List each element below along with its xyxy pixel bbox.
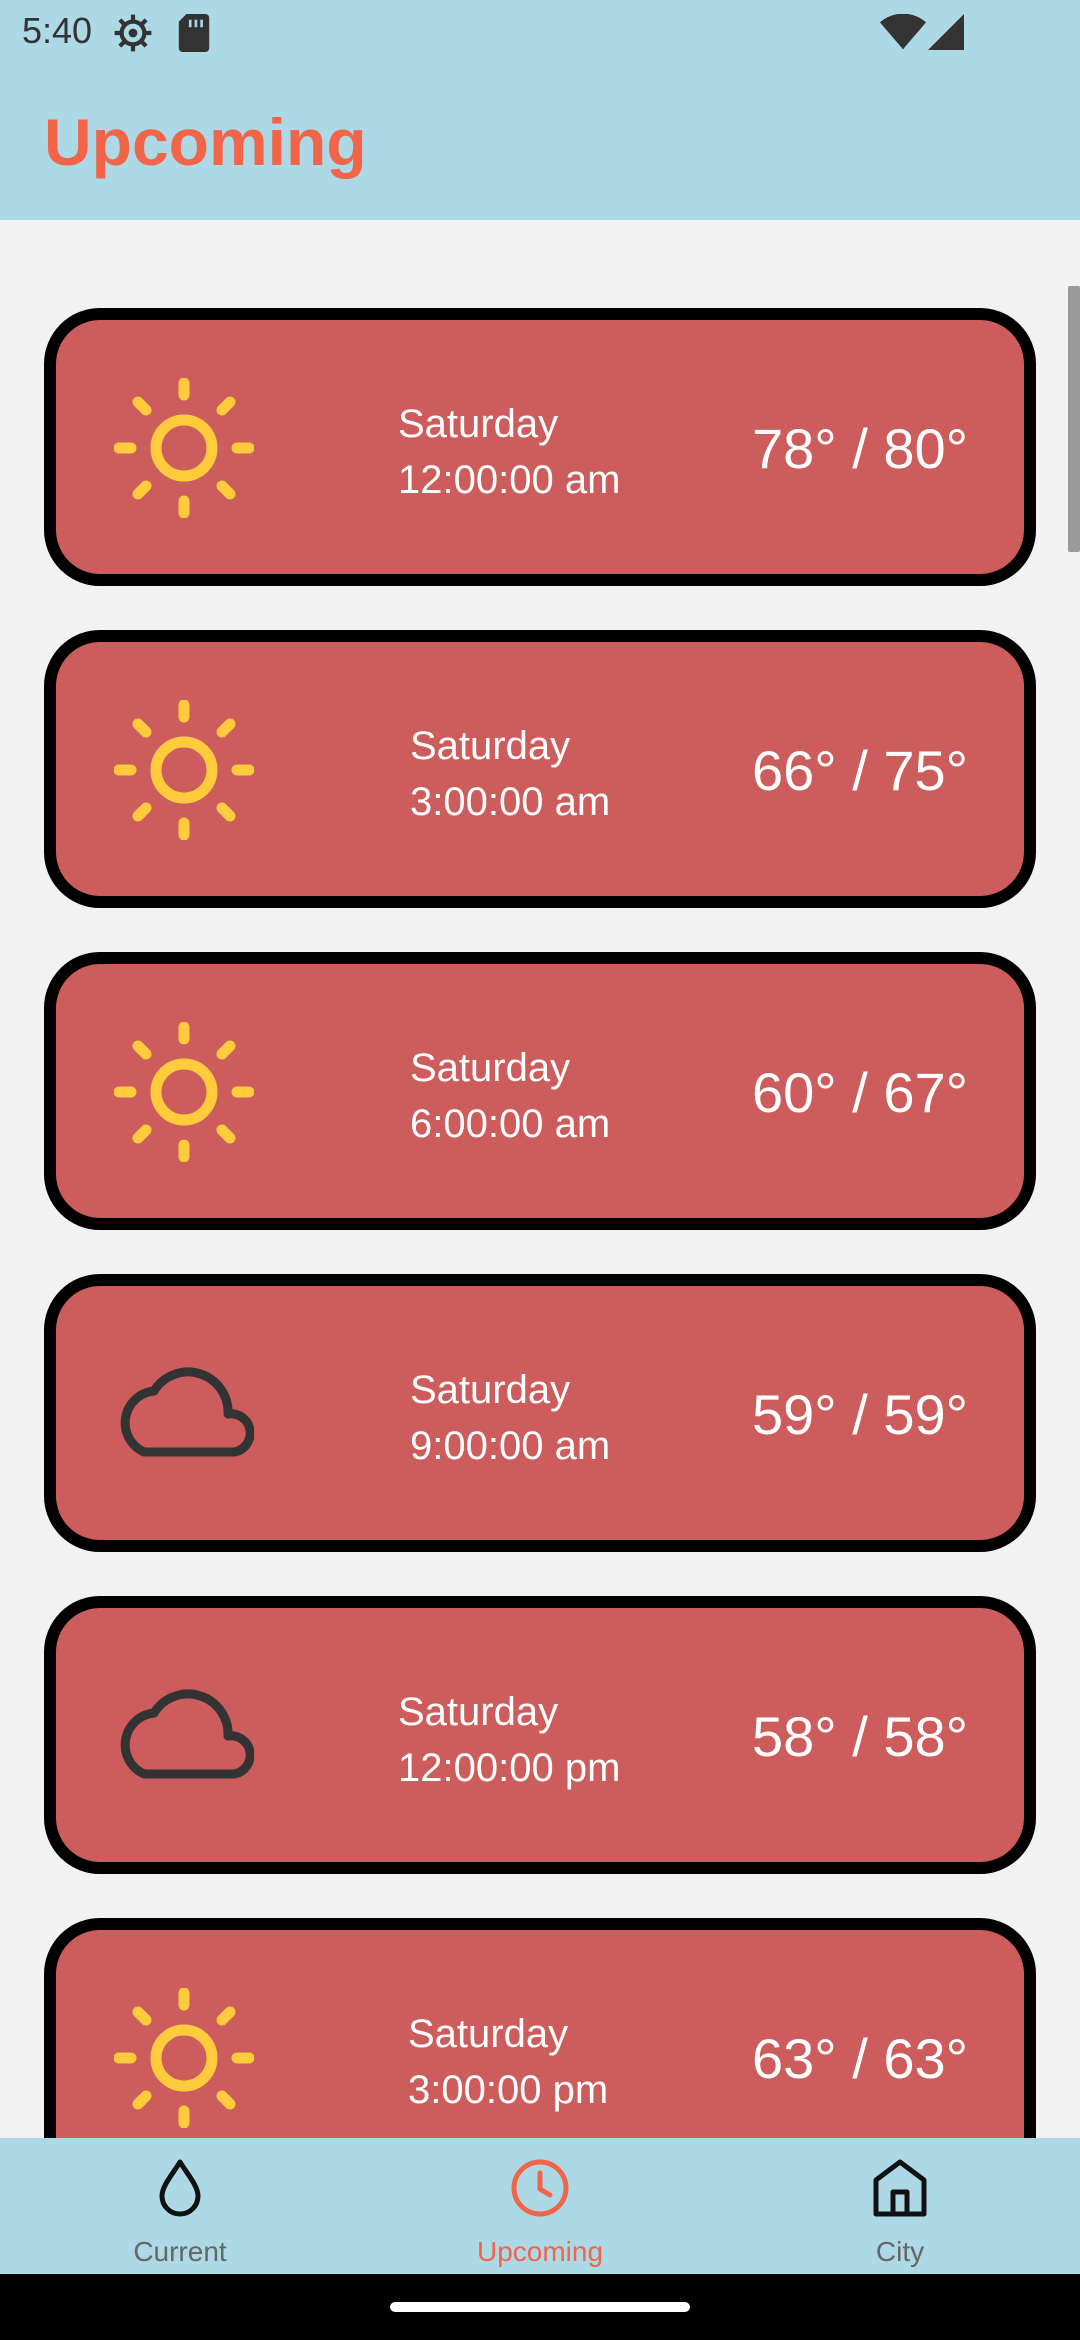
forecast-day: Saturday [408, 2012, 569, 2056]
nav-item-current[interactable]: Current [0, 2138, 360, 2274]
page-title: Upcoming [44, 105, 367, 179]
sun-icon [114, 1022, 254, 1162]
bottom-nav: Current Upcoming City [0, 2138, 1080, 2274]
forecast-temps: 63° / 63° [751, 2027, 968, 2090]
nav-item-upcoming[interactable]: Upcoming [360, 2138, 720, 2274]
forecast-time: 3:00:00 pm [408, 2068, 609, 2112]
forecast-day: Saturday [398, 1690, 559, 1734]
forecast-temps: 60° / 67° [751, 1061, 968, 1124]
forecast-card[interactable]: Saturday 6:00:00 am 60° / 67° [44, 952, 1036, 1230]
forecast-day: Saturday [410, 724, 571, 768]
gear-icon [114, 14, 152, 52]
forecast-temps: 58° / 58° [751, 1705, 968, 1768]
nav-label: City [875, 2236, 925, 2267]
status-bar: 5:40 [0, 0, 1080, 66]
forecast-temps: 59° / 59° [751, 1383, 968, 1446]
nav-label: Current [133, 2236, 227, 2267]
app-bar: Upcoming [0, 66, 1080, 220]
status-time: 5:40 [22, 10, 93, 51]
forecast-time: 12:00:00 am [398, 458, 621, 502]
forecast-datetime: Saturday 3:00:00 pm [408, 2006, 608, 2118]
forecast-datetime: Saturday 3:00:00 am [410, 718, 610, 830]
wifi-icon [880, 14, 926, 50]
drop-icon [159, 2159, 201, 2217]
clock-icon [511, 2159, 569, 2217]
forecast-list[interactable]: Saturday 12:00:00 am 78° / 80° Saturday … [0, 220, 1080, 2138]
sun-icon [114, 700, 254, 840]
forecast-time: 12:00:00 pm [398, 1746, 621, 1790]
sun-icon [114, 378, 254, 518]
scrollbar-thumb[interactable] [1068, 286, 1080, 552]
sun-icon [114, 1988, 254, 2128]
cloud-icon [120, 1367, 254, 1457]
forecast-time: 3:00:00 am [410, 780, 611, 824]
forecast-day: Saturday [398, 402, 559, 446]
home-gesture-handle[interactable] [390, 2302, 690, 2312]
forecast-time: 9:00:00 am [410, 1424, 611, 1468]
forecast-datetime: Saturday 12:00:00 am [398, 396, 620, 508]
nav-label: Upcoming [476, 2236, 604, 2267]
forecast-card[interactable]: Saturday 3:00:00 am 66° / 75° [44, 630, 1036, 908]
forecast-time: 6:00:00 am [410, 1102, 611, 1146]
forecast-temps: 66° / 75° [751, 739, 968, 802]
forecast-datetime: Saturday 9:00:00 am [410, 1362, 610, 1474]
forecast-datetime: Saturday 6:00:00 am [410, 1040, 610, 1152]
cloud-icon [120, 1689, 254, 1779]
forecast-card[interactable]: Saturday 3:00:00 pm 63° / 63° [44, 1918, 1036, 2138]
home-icon [873, 2159, 927, 2217]
cell-signal-icon [928, 14, 964, 50]
forecast-temps: 78° / 80° [751, 417, 968, 480]
forecast-datetime: Saturday 12:00:00 pm [398, 1684, 620, 1796]
forecast-card[interactable]: Saturday 9:00:00 am 59° / 59° [44, 1274, 1036, 1552]
forecast-day: Saturday [410, 1046, 571, 1090]
sd-card-icon [178, 14, 210, 52]
forecast-day: Saturday [410, 1368, 571, 1412]
forecast-card[interactable]: Saturday 12:00:00 am 78° / 80° [44, 308, 1036, 586]
forecast-card[interactable]: Saturday 12:00:00 pm 58° / 58° [44, 1596, 1036, 1874]
system-gesture-bar [0, 2274, 1080, 2340]
nav-item-city[interactable]: City [720, 2138, 1080, 2274]
